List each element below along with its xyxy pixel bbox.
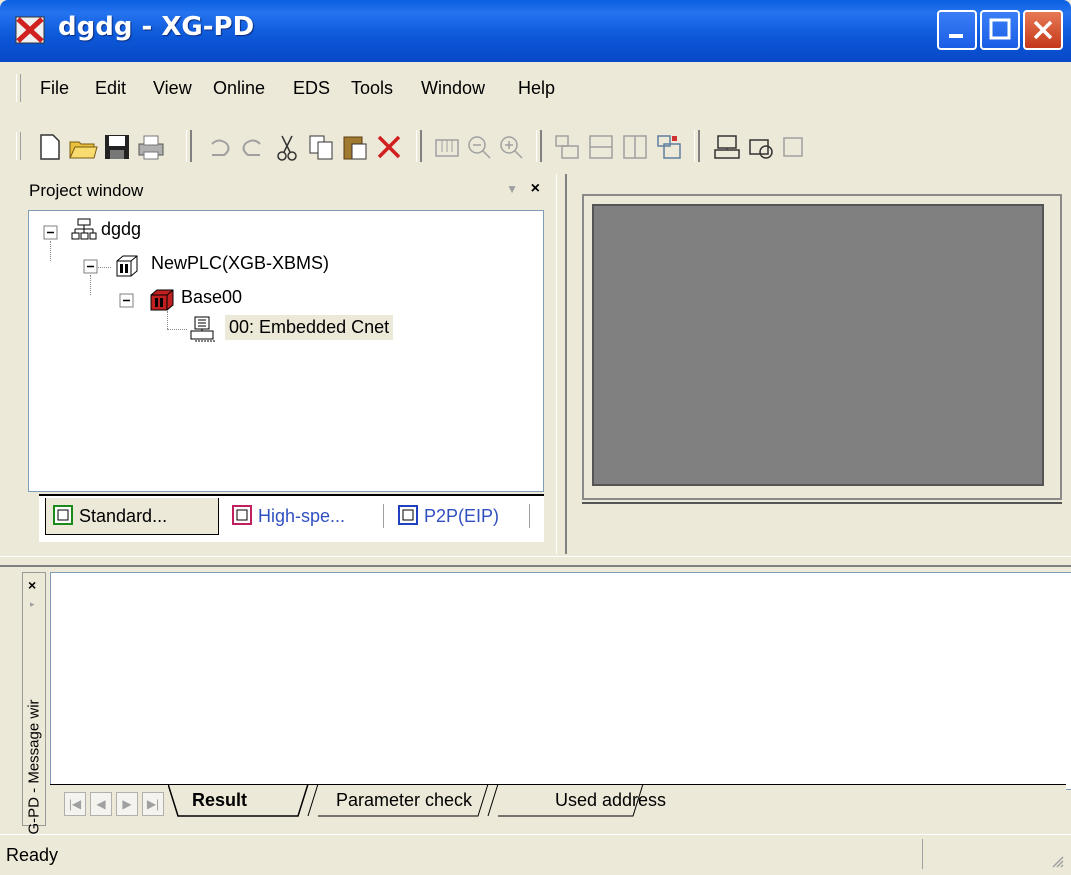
toolbar <box>4 112 1071 172</box>
project-tabs: Standard... High-spe... P2P(EIP) <box>39 494 544 542</box>
toolbar-separator <box>536 130 542 162</box>
layout-icon[interactable] <box>552 132 582 162</box>
menu-tools[interactable]: Tools <box>351 78 393 99</box>
message-window-title: XG-PD - Message wir <box>25 699 43 845</box>
next-tab-button[interactable]: ▶ <box>116 792 138 816</box>
collapse-icon[interactable] <box>83 259 99 275</box>
close-button[interactable] <box>1023 10 1063 50</box>
toolbar-separator <box>694 130 700 162</box>
save-icon[interactable] <box>102 132 132 162</box>
tab-high-speed[interactable]: High-spe... <box>225 498 381 534</box>
menu-view[interactable]: View <box>153 78 192 99</box>
title-bar: dgdg - XG-PD <box>0 0 1071 62</box>
message-window-sidebar: × ▸ XG-PD - Message wir <box>22 572 46 845</box>
horizontal-splitter[interactable] <box>0 556 1071 567</box>
settings-icon[interactable] <box>780 132 810 162</box>
tab-divider <box>529 504 530 528</box>
tree-node-base[interactable]: Base00 <box>181 287 242 308</box>
menu-bar: File Edit View Online EDS Tools Window H… <box>4 62 1071 112</box>
menu-online[interactable]: Online <box>213 78 265 99</box>
first-tab-button[interactable]: |◀ <box>64 792 86 816</box>
tab-p2p-label: P2P(EIP) <box>424 506 500 526</box>
window-icon[interactable] <box>654 132 684 162</box>
status-panel <box>922 839 1063 869</box>
zoom-out-icon[interactable] <box>464 132 494 162</box>
cut-icon[interactable] <box>272 132 302 162</box>
workspace-divider <box>582 502 1062 504</box>
zoom-in-icon[interactable] <box>496 132 526 162</box>
workspace-area[interactable] <box>592 204 1044 486</box>
plc-icon <box>116 255 138 277</box>
minimize-button[interactable] <box>937 10 977 50</box>
project-icon <box>71 218 97 240</box>
menu-file[interactable]: File <box>40 78 69 99</box>
tab-divider <box>383 504 384 528</box>
base-icon <box>150 289 174 311</box>
toolbar-separator <box>186 130 192 162</box>
collapse-icon[interactable] <box>119 293 135 309</box>
tab-standard[interactable]: Standard... <box>45 498 219 535</box>
network-icon[interactable] <box>712 132 742 162</box>
close-icon[interactable]: × <box>531 180 540 198</box>
print-icon[interactable] <box>136 132 166 162</box>
tree-connector <box>90 275 92 295</box>
tab-standard-label: Standard... <box>79 506 168 526</box>
redo-icon[interactable] <box>238 132 268 162</box>
tree-connector <box>167 311 169 329</box>
prev-tab-button[interactable]: ◀ <box>90 792 112 816</box>
dropdown-icon[interactable]: ▼ <box>506 182 518 196</box>
tab-p2p[interactable]: P2P(EIP) <box>391 498 527 534</box>
scan-icon[interactable] <box>432 132 462 162</box>
split-h-icon[interactable] <box>586 132 616 162</box>
tab-used-address[interactable]: Used address <box>555 790 666 811</box>
tree-connector <box>50 241 52 261</box>
config-icon[interactable] <box>746 132 776 162</box>
maximize-button[interactable] <box>980 10 1020 50</box>
tree-node-project[interactable]: dgdg <box>101 219 141 240</box>
resize-grip-icon[interactable] <box>1049 853 1065 869</box>
copy-icon[interactable] <box>306 132 336 162</box>
tree-node-plc[interactable]: NewPLC(XGB-XBMS) <box>151 253 329 274</box>
paste-icon[interactable] <box>340 132 370 162</box>
menu-grip <box>16 74 21 102</box>
menu-help[interactable]: Help <box>518 78 555 99</box>
tree-node-module[interactable]: 00: Embedded Cnet <box>225 315 394 340</box>
p2p-icon <box>398 505 418 525</box>
window-title: dgdg - XG-PD <box>58 12 255 42</box>
menu-window[interactable]: Window <box>421 78 485 99</box>
tab-result[interactable]: Result <box>192 790 247 811</box>
project-window: Project window ▼ × dgdg NewPLC(XGB-XBMS)… <box>24 176 552 546</box>
tab-parameter-check[interactable]: Parameter check <box>336 790 472 811</box>
undo-icon[interactable] <box>204 132 234 162</box>
status-text: Ready <box>6 845 59 865</box>
workspace-frame <box>582 194 1062 500</box>
toolbar-separator <box>416 130 422 162</box>
close-icon[interactable]: × <box>28 577 36 593</box>
tab-border <box>39 494 544 496</box>
project-tree: dgdg NewPLC(XGB-XBMS) Base00 00: Embedde… <box>28 210 544 492</box>
tab-high-speed-label: High-spe... <box>258 506 346 526</box>
cnet-module-icon <box>190 316 215 342</box>
toolbar-grip <box>16 132 21 160</box>
last-tab-button[interactable]: ▶| <box>142 792 164 816</box>
project-window-header: Project window ▼ × <box>24 176 552 206</box>
menu-eds[interactable]: EDS <box>293 78 330 99</box>
new-icon[interactable] <box>34 132 64 162</box>
message-tabs: |◀ ◀ ▶ ▶| Result Parameter check Used ad… <box>50 784 1066 824</box>
status-bar: Ready <box>0 834 1071 875</box>
app-icon <box>15 16 45 44</box>
menu-edit[interactable]: Edit <box>95 78 126 99</box>
standard-network-icon <box>53 505 73 525</box>
split-v-icon[interactable] <box>620 132 650 162</box>
project-window-title: Project window <box>29 181 144 200</box>
arrow-right-icon[interactable]: ▸ <box>30 599 35 610</box>
workspace-panel <box>566 176 1071 554</box>
open-icon[interactable] <box>68 132 98 162</box>
high-speed-icon <box>232 505 252 525</box>
tree-connector <box>167 329 187 331</box>
collapse-icon[interactable] <box>43 225 59 241</box>
delete-icon[interactable] <box>374 132 404 162</box>
message-output[interactable] <box>50 572 1071 790</box>
